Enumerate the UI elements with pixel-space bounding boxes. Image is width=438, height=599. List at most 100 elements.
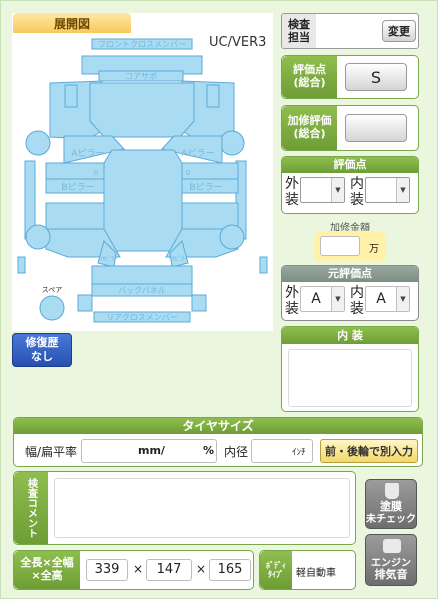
repair-history-label: 修復歴 <box>25 336 59 350</box>
rear-wheel-left[interactable] <box>25 224 51 250</box>
a-pillar-right-label: Aピラー <box>181 148 214 159</box>
repair-eval-label-line2: (総合) <box>293 127 326 140</box>
body-type-label: ﾎﾞﾃﾞｨ ﾀｲﾌﾟ <box>260 551 292 589</box>
rear-door-left[interactable] <box>45 202 111 230</box>
dropdown-arrow-icon: ▼ <box>331 287 344 311</box>
tire-pct-unit: % <box>203 444 215 457</box>
rear-quarter-right[interactable] <box>259 256 268 274</box>
original-exterior-line1: 外 <box>285 285 299 301</box>
repair-eval-label: 加修評価 (総合) <box>282 106 337 150</box>
paint-check-line2: 未チェック <box>366 513 416 525</box>
front-wheel-left[interactable] <box>25 130 51 156</box>
dropdown-arrow-icon: ▼ <box>331 178 344 202</box>
rear-bumper-right[interactable] <box>191 294 207 312</box>
tire-separate-label: 前・後輪で別入力 <box>325 445 413 458</box>
original-interior-select[interactable]: A ▼ <box>365 286 410 312</box>
tire-diameter-label: 内径 <box>224 445 249 459</box>
interior-textarea[interactable] <box>288 349 412 407</box>
front-cross-member-label: フロントクロスメンバー <box>98 40 186 49</box>
body-type-panel: ﾎﾞﾃﾞｨ ﾀｲﾌﾟ 軽自動車 <box>259 550 356 590</box>
overall-score-select[interactable]: S <box>345 63 407 91</box>
length-value: 339 <box>94 562 120 577</box>
front-wheel-right[interactable] <box>219 130 245 156</box>
score-exterior-select[interactable]: ▼ <box>300 177 345 203</box>
paint-check-icon <box>385 483 399 499</box>
inspector-change-button[interactable]: 変更 <box>382 20 416 42</box>
paint-check-line1: 塗膜 <box>380 499 402 513</box>
change-button-label: 変更 <box>388 25 410 38</box>
car-body-diagram: フロントクロスメンバー コアサポ Aピラー Aピラー Bピラー Bピラー 0 0… <box>17 38 268 323</box>
back-panel-label: バックパネル <box>118 286 166 295</box>
original-exterior-value: A <box>311 291 321 307</box>
original-interior-line2: 装 <box>350 301 364 317</box>
repair-amount-input[interactable] <box>320 236 360 256</box>
spare-tire-part[interactable] <box>39 295 65 321</box>
engine-sound-line2: 排気音 <box>374 568 408 582</box>
original-interior-value: A <box>376 291 386 307</box>
overall-score-value: S <box>370 67 382 87</box>
inspector-label-line2: 担当 <box>288 31 310 44</box>
paint-check-button[interactable]: 塗膜 未チェック <box>365 479 417 529</box>
original-exterior-select[interactable]: A ▼ <box>300 286 345 312</box>
score-panel: 評価点 外 装 ▼ 内 装 ▼ <box>281 156 419 214</box>
headlight-left[interactable] <box>64 84 78 108</box>
width-input[interactable]: 147 <box>146 559 192 581</box>
tire-width-label: 幅/扁平率 <box>25 445 78 459</box>
comment-textarea[interactable] <box>54 478 350 538</box>
times-sign-2: × <box>196 562 207 576</box>
repair-eval-select[interactable] <box>345 114 407 142</box>
b-pillar-right-label: Bピラー <box>189 182 222 193</box>
tire-panel: タイヤサイズ 幅/扁平率 mm/ % 内径 ｲﾝﾁ 前・後輪で別入力 <box>13 417 423 467</box>
tire-inch-unit: ｲﾝﾁ <box>292 448 306 458</box>
tire-width-input[interactable]: mm/ % <box>81 439 217 463</box>
rear-pillar-left-label: ﾘﾔﾋﾟﾗｰ <box>99 256 117 263</box>
width-value: 147 <box>156 562 182 577</box>
pillar-mark-left: 0 <box>94 169 98 177</box>
length-input[interactable]: 339 <box>86 559 128 581</box>
original-score-title: 元評価点 <box>282 266 418 282</box>
hood-part[interactable] <box>89 82 195 138</box>
original-exterior-line2: 装 <box>285 301 299 317</box>
rear-wheel-right[interactable] <box>219 224 245 250</box>
repair-history-button[interactable]: 修復歴 なし <box>12 333 72 367</box>
headlight-right[interactable] <box>206 84 220 108</box>
inspector-label: 検査 担当 <box>282 14 316 48</box>
rear-bumper-left[interactable] <box>77 294 93 312</box>
interior-title: 内 装 <box>282 327 418 344</box>
comment-label-line2: コメント <box>25 498 37 538</box>
score-title: 評価点 <box>282 157 418 173</box>
score-exterior-value <box>301 178 331 202</box>
core-support-label: コアサポ <box>125 72 157 81</box>
comment-label: 検査 コメント <box>14 472 48 544</box>
overall-score-panel: 評価点 (総合) S <box>281 55 419 99</box>
spare-label: スペア <box>42 286 63 294</box>
pillar-mark-right: 0 <box>186 169 190 177</box>
diagram-panel: 展開図 UC/VER3 フロントクロスメンバー コアサポ Aピラー Aピラー B… <box>12 13 273 331</box>
repair-eval-panel: 加修評価 (総合) <box>281 105 419 151</box>
inspection-sheet: 展開図 UC/VER3 フロントクロスメンバー コアサポ Aピラー Aピラー B… <box>0 0 438 599</box>
engine-sound-button[interactable]: エンジン 排気音 <box>365 534 417 586</box>
interior-panel: 内 装 <box>281 326 419 412</box>
comment-label-line1: 検査 <box>25 478 37 498</box>
dropdown-arrow-icon: ▼ <box>396 178 409 202</box>
score-exterior-line2: 装 <box>285 192 299 208</box>
overall-score-label-line2: (総合) <box>293 76 326 89</box>
original-exterior-label: 外 装 <box>285 285 299 317</box>
roof-part[interactable] <box>103 149 183 252</box>
comment-panel: 検査 コメント <box>13 471 356 545</box>
repair-amount-box: 加修金額 万 <box>314 219 386 261</box>
tire-title: タイヤサイズ <box>14 418 422 434</box>
original-score-panel: 元評価点 外 装 A ▼ 内 装 A ▼ <box>281 265 419 321</box>
rear-quarter-left[interactable] <box>17 256 26 274</box>
original-interior-label: 内 装 <box>350 285 364 317</box>
trunk-floor-part[interactable] <box>91 265 193 285</box>
dimensions-label-line2: ×全高 <box>31 569 63 582</box>
height-input[interactable]: 165 <box>209 559 251 581</box>
rear-cross-member-label: リアクロスメンバー <box>106 313 178 322</box>
dropdown-arrow-icon: ▼ <box>396 287 409 311</box>
score-interior-line2: 装 <box>350 192 364 208</box>
a-pillar-left-label: Aピラー <box>71 148 104 159</box>
tire-diameter-input[interactable]: ｲﾝﾁ <box>251 439 313 463</box>
tire-separate-button[interactable]: 前・後輪で別入力 <box>320 439 418 463</box>
score-interior-select[interactable]: ▼ <box>365 177 410 203</box>
